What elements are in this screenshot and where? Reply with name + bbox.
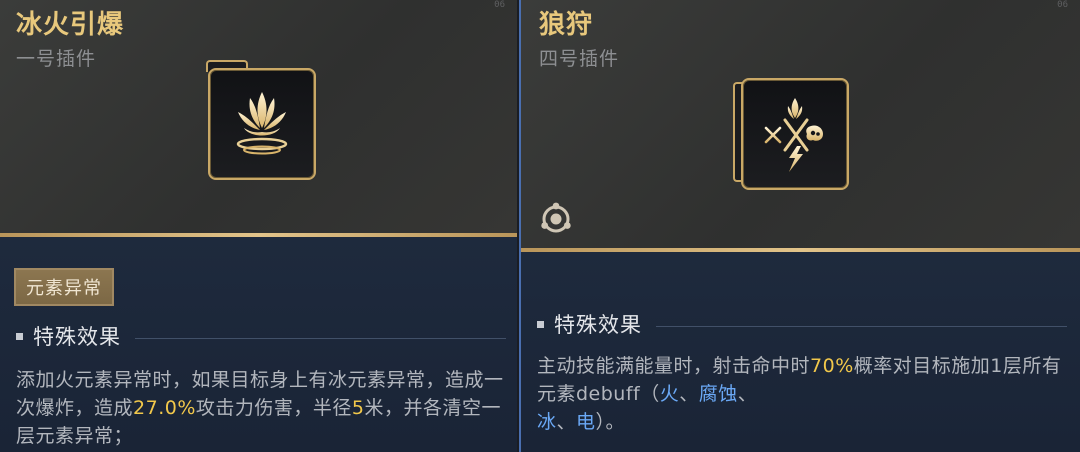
corner-text: 06	[1057, 0, 1068, 10]
effect-description: 添加火元素异常时，如果目标身上有冰元素异常，造成一次爆炸，造成27.0%攻击力伤…	[16, 366, 506, 450]
section-title: 特殊效果	[554, 313, 642, 337]
element-ice: 冰	[537, 411, 557, 433]
special-effect-header: 特殊效果	[16, 322, 506, 350]
bullet-icon	[16, 332, 23, 340]
radius-value: 5	[351, 397, 365, 419]
desc-text: ）。	[595, 411, 626, 433]
separator: 、	[556, 411, 577, 433]
element-fire: 火	[659, 383, 680, 405]
category-tag: 元素异常	[14, 268, 114, 306]
special-effect-header: 特殊效果	[537, 310, 1067, 338]
separator: 、	[737, 383, 758, 405]
card-header: 冰火引爆 一号插件 06	[0, 0, 517, 233]
plugin-title: 狼狩	[539, 10, 594, 40]
section-title: 特殊效果	[33, 325, 121, 349]
plugin-slot-label: 四号插件	[539, 48, 620, 70]
damage-percent-value: 27.0%	[133, 397, 196, 419]
chance-percent-value: 70%	[810, 355, 854, 377]
plugin-card-right: 狼狩 四号插件 06 特殊效果 主动技能满能量时，射击命中时70%概率对目标施加…	[519, 0, 1080, 452]
desc-text: 主动技能满能量时，射击命中时	[537, 355, 811, 377]
plugin-card-left: 冰火引爆 一号插件 06 元素异常 特殊效果 添加火元素异常时，如果目标身上有冰…	[0, 0, 517, 452]
section-rule	[656, 325, 1067, 327]
fire-flower-plugin-icon	[208, 68, 316, 180]
bullet-icon	[537, 320, 544, 328]
element-corrosion: 腐蚀	[698, 383, 738, 405]
element-electric: 电	[576, 411, 596, 433]
card-header: 狼狩 四号插件 06	[521, 0, 1080, 248]
effect-description: 主动技能满能量时，射击命中时70%概率对目标施加1层所有元素debuff（火、腐…	[537, 352, 1067, 436]
corner-text: 06	[494, 0, 505, 10]
desc-text: 攻击力伤害，半径	[195, 397, 352, 419]
elements-cross-plugin-icon	[741, 78, 849, 190]
plugin-slot-label: 一号插件	[16, 48, 97, 70]
plugin-title: 冰火引爆	[16, 10, 125, 40]
separator: 、	[679, 383, 699, 405]
section-rule	[135, 337, 506, 339]
triangle-ring-icon	[539, 202, 573, 240]
